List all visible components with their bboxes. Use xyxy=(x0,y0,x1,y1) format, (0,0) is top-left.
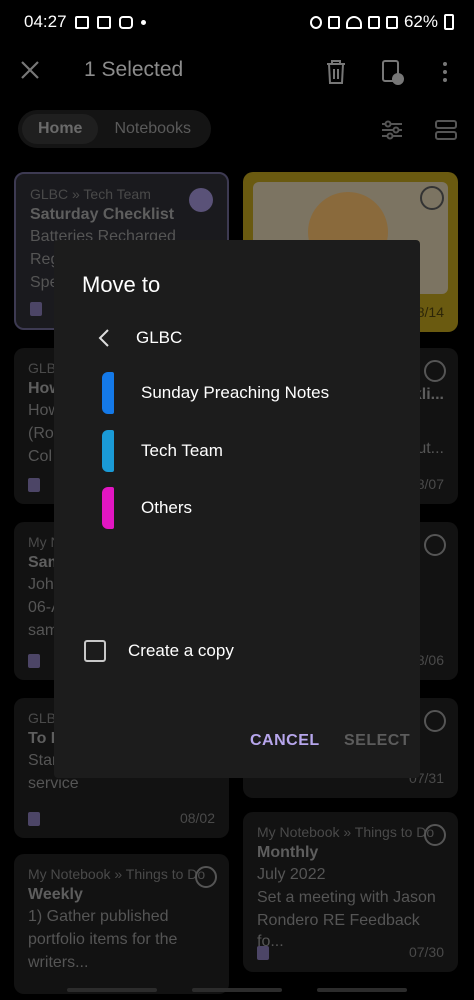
view-toggle-icon[interactable] xyxy=(434,118,458,142)
nav-handle xyxy=(316,988,407,992)
folder-color-tab-icon xyxy=(102,372,114,414)
delete-icon[interactable] xyxy=(323,58,349,86)
note-icon xyxy=(28,812,40,826)
move-icon[interactable] xyxy=(380,58,406,86)
selected-check-icon[interactable] xyxy=(189,188,213,212)
breadcrumb-label: GLBC xyxy=(136,328,183,347)
folder-label: Sunday Preaching Notes xyxy=(141,383,330,402)
move-to-dialog: Move to GLBC Sunday Preaching Notes Tech… xyxy=(54,240,420,778)
note-icon xyxy=(30,302,42,316)
tab-home[interactable]: Home xyxy=(22,114,99,144)
tab-bar: Home Notebooks xyxy=(18,110,211,150)
create-copy-row[interactable]: Create a copy xyxy=(84,640,234,662)
app-bar: 1 Selected xyxy=(0,44,474,100)
note-icon xyxy=(28,654,40,668)
select-circle-icon[interactable] xyxy=(424,710,446,732)
select-circle-icon[interactable] xyxy=(424,360,446,382)
folder-item-others[interactable]: Others xyxy=(102,485,192,531)
note-path: My Notebook » Things to Do xyxy=(28,866,206,882)
more-options-icon[interactable] xyxy=(432,58,458,86)
alarm-icon xyxy=(309,15,322,29)
folder-item-sunday-preaching-notes[interactable]: Sunday Preaching Notes xyxy=(102,370,329,416)
note-date: 07/30 xyxy=(408,944,444,960)
note-path: My Notebook » Things to Do xyxy=(257,824,435,840)
tab-notebooks[interactable]: Notebooks xyxy=(98,114,207,144)
battery-icon xyxy=(444,14,454,30)
note-body-line: Set a meeting with Jason xyxy=(257,889,436,906)
select-circle-icon[interactable] xyxy=(195,866,217,888)
note-title: Saturday Checklist xyxy=(30,206,175,223)
back-chevron-icon[interactable] xyxy=(94,327,116,349)
create-copy-label: Create a copy xyxy=(128,641,234,660)
status-bar: 04:27 62% xyxy=(0,0,474,44)
note-body-line: writers... xyxy=(28,954,89,971)
filter-icon[interactable] xyxy=(380,118,404,142)
folder-color-tab-icon xyxy=(102,430,114,472)
wifi-call-icon xyxy=(367,15,380,29)
youtube-icon xyxy=(118,15,133,29)
folder-item-tech-team[interactable]: Tech Team xyxy=(102,428,223,474)
select-circle-icon[interactable] xyxy=(424,824,446,846)
selection-count: 1 Selected xyxy=(84,58,184,81)
battery-level: 62% xyxy=(403,12,438,31)
nav-handle xyxy=(191,988,282,992)
select-button[interactable]: SELECT xyxy=(344,732,410,750)
wifi-icon xyxy=(345,15,362,29)
nav-handle xyxy=(67,988,158,992)
note-title: Monthly xyxy=(257,844,319,861)
close-icon[interactable] xyxy=(18,58,42,82)
note-body-line: 1) Gather published xyxy=(28,908,169,925)
note-title: Weekly xyxy=(28,886,83,903)
note-card[interactable]: My Notebook » Things to Do Monthly July … xyxy=(243,812,458,972)
select-circle-icon[interactable] xyxy=(424,534,446,556)
more-notifications-icon xyxy=(140,19,146,25)
signal-icon xyxy=(385,15,398,29)
gallery-icon xyxy=(74,15,89,29)
cast-icon xyxy=(96,15,111,29)
breadcrumb[interactable]: GLBC xyxy=(94,324,182,352)
gesture-nav-bar xyxy=(0,988,474,994)
create-copy-checkbox[interactable] xyxy=(84,640,106,662)
cancel-button[interactable]: CANCEL xyxy=(250,732,320,750)
note-card[interactable]: My Notebook » Things to Do Weekly 1) Gat… xyxy=(14,854,229,994)
status-time: 04:27 xyxy=(24,12,67,31)
mute-icon xyxy=(327,15,340,29)
note-path: GLBC » Tech Team xyxy=(30,186,151,202)
folder-label: Tech Team xyxy=(141,441,223,460)
note-icon xyxy=(28,478,40,492)
select-circle-icon[interactable] xyxy=(420,186,444,210)
note-icon xyxy=(257,946,269,960)
folder-label: Others xyxy=(141,498,193,517)
folder-color-tab-icon xyxy=(102,487,114,529)
dialog-title: Move to xyxy=(82,272,161,297)
note-date: 08/02 xyxy=(179,810,215,826)
note-body-line: portfolio items for the xyxy=(28,931,178,948)
note-body-line: July 2022 xyxy=(257,866,326,883)
